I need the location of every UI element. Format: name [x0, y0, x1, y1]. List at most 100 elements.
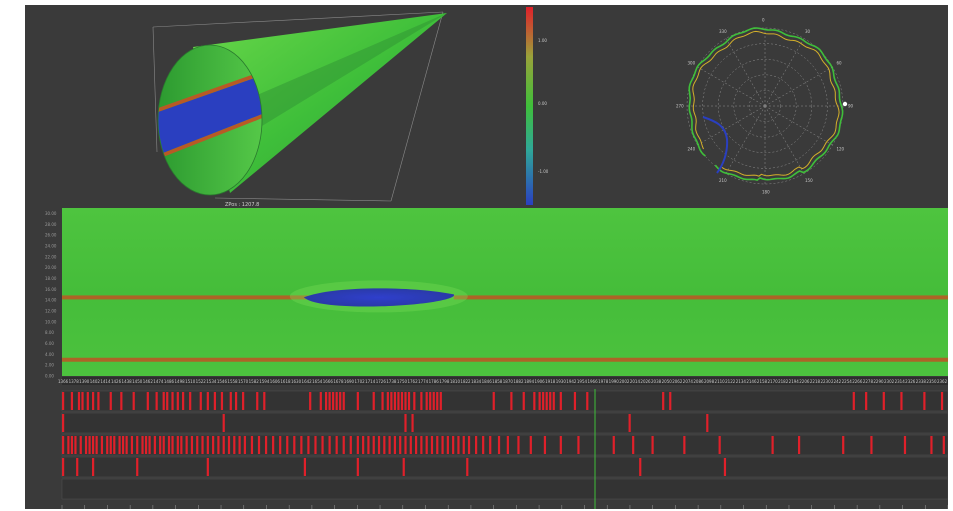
event-mark	[706, 414, 709, 432]
heatmap-x-tick: 1954	[577, 379, 588, 384]
event-mark	[356, 436, 359, 454]
event-mark	[182, 392, 185, 410]
event-mark	[522, 392, 525, 410]
event-mark	[510, 392, 513, 410]
event-mark	[407, 392, 411, 410]
polar-spoke	[764, 105, 833, 146]
event-mark	[62, 392, 65, 410]
event-track-row	[61, 456, 948, 478]
event-mark	[429, 392, 432, 410]
heatmap-x-tick: 1666	[323, 379, 334, 384]
event-mark	[436, 436, 439, 454]
heatmap-x-tick: 1486	[164, 379, 175, 384]
color-scale-bar	[526, 7, 533, 205]
event-mark	[612, 436, 615, 454]
polar-spoke	[725, 105, 766, 174]
inspection-dashboard-svg: ZPos : 1207.8 1.00 0.00 -1.00 0 30 60 90 120…	[45, 7, 948, 509]
event-mark	[81, 392, 84, 410]
event-mark	[314, 436, 317, 454]
event-mark	[517, 436, 520, 454]
heatmap-x-tick: 2362	[937, 379, 948, 384]
heatmap-x-tick: 2254	[842, 379, 853, 384]
heatmap-x-tick: 2290	[873, 379, 884, 384]
heatmap-x-tick: 2266	[852, 379, 863, 384]
event-mark	[436, 392, 439, 410]
heatmap-y-tick: 30.00	[45, 211, 57, 216]
event-mark	[159, 436, 162, 454]
event-mark	[234, 392, 238, 410]
event-mark	[92, 392, 95, 410]
event-mark	[213, 392, 216, 410]
event-mark	[377, 436, 381, 454]
polar-series-inner	[692, 30, 840, 177]
event-mark	[586, 392, 589, 410]
event-mark	[372, 436, 375, 454]
polar-spoke	[764, 105, 805, 174]
event-mark	[411, 414, 414, 432]
event-mark	[533, 392, 536, 410]
heatmap-band	[62, 357, 948, 362]
heatmap-x-tick: 1894	[524, 379, 535, 384]
heatmap-x-tick: 1846	[482, 379, 493, 384]
event-mark	[393, 392, 397, 410]
heatmap-x-tick: 1918	[545, 379, 556, 384]
heatmap-x-tick: 2038	[651, 379, 662, 384]
heatmap-y-tick: 10.00	[45, 319, 57, 324]
event-mark	[552, 392, 555, 410]
event-mark	[77, 392, 81, 410]
heatmap-x-tick: 2182	[778, 379, 789, 384]
heatmap-x-tick: 1510	[185, 379, 196, 384]
heatmap-x-tick: 1618	[280, 379, 291, 384]
polar-spoke	[764, 38, 805, 107]
heatmap-y-tick: 8.00	[45, 330, 54, 335]
heatmap-x-tick: 1726	[376, 379, 387, 384]
event-mark	[413, 392, 416, 410]
event-mark	[293, 436, 296, 454]
event-mark	[420, 436, 423, 454]
heatmap-y-tick: 16.00	[45, 287, 57, 292]
event-mark	[797, 436, 801, 454]
heatmap-y-tick: 4.00	[45, 352, 54, 357]
unrolled-heatmap: 30.00 28.00 26.00 24.00 22.00 20.00 18.00 16.00…	[45, 208, 948, 379]
event-mark	[900, 392, 903, 410]
heatmap-x-tick: 2218	[810, 379, 821, 384]
event-mark	[62, 436, 65, 454]
event-mark	[383, 436, 386, 454]
event-mark	[132, 392, 135, 410]
polar-spoke	[764, 66, 833, 107]
event-mark	[430, 436, 434, 454]
event-mark	[356, 458, 359, 476]
event-mark	[771, 436, 774, 454]
event-mark	[196, 436, 199, 454]
event-mark	[144, 436, 148, 454]
heatmap-x-tick: 1642	[302, 379, 313, 384]
event-mark	[109, 436, 112, 454]
event-mark	[400, 392, 404, 410]
heatmap-x-tick: 2098	[704, 379, 715, 384]
event-mark	[300, 436, 303, 454]
polar-angle-label: 60	[836, 61, 842, 66]
event-mark	[328, 436, 331, 454]
event-mark	[467, 436, 471, 454]
event-mark	[446, 436, 449, 454]
event-mark	[349, 436, 352, 454]
event-mark	[279, 436, 282, 454]
event-mark	[100, 436, 104, 454]
heatmap-x-tick: 1462	[143, 379, 154, 384]
event-track-row	[61, 434, 948, 456]
event-mark	[229, 392, 232, 410]
heatmap-x-tick: 2242	[831, 379, 842, 384]
polar-angle-label: 240	[688, 147, 696, 152]
event-mark	[651, 436, 654, 454]
polar-spoke	[697, 66, 766, 107]
heatmap-x-tick: 1810	[450, 379, 461, 384]
event-mark	[489, 436, 492, 454]
event-mark	[217, 436, 220, 454]
event-mark	[264, 436, 268, 454]
heatmap-x-tick: 2194	[789, 379, 800, 384]
heatmap-x-tick: 1378	[69, 379, 80, 384]
heatmap-x-tick: 1450	[132, 379, 143, 384]
heatmap-x-tick: 2134	[736, 379, 747, 384]
event-mark	[542, 392, 545, 410]
event-mark	[718, 436, 721, 454]
